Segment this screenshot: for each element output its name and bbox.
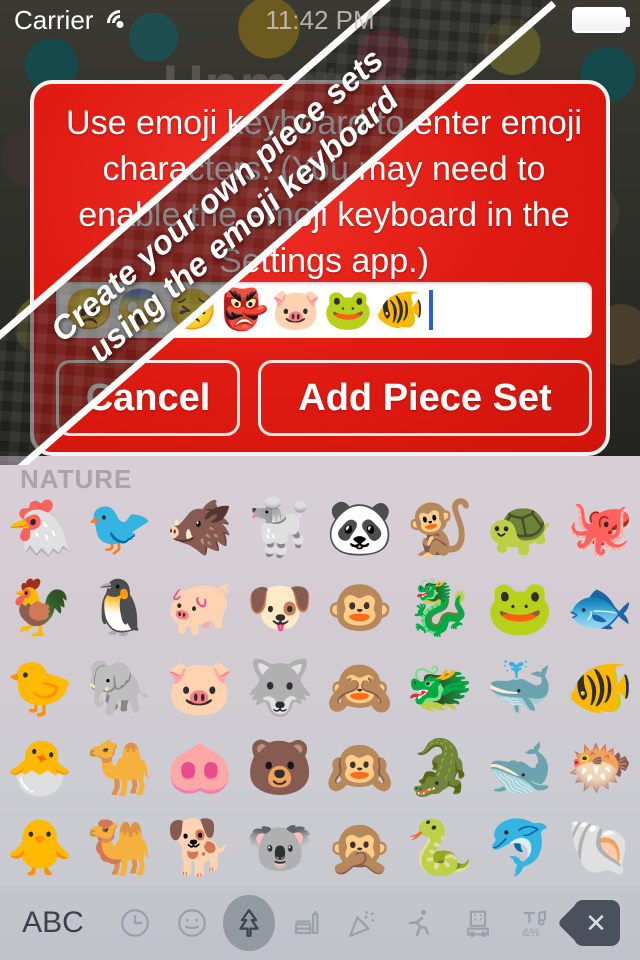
emoji-key[interactable]: 🐻 [240, 728, 320, 808]
emoji-key[interactable]: 🐦 [80, 488, 160, 568]
emoji-key[interactable]: 🐠 [560, 648, 640, 728]
category-nature[interactable] [223, 895, 275, 951]
category-celebration[interactable] [338, 895, 389, 951]
emoji-key[interactable]: 🐼 [320, 488, 400, 568]
emoji-key[interactable]: 🐢 [480, 488, 560, 568]
emoji-key[interactable]: 🐣 [0, 728, 80, 808]
dialog-message: Use emoji keyboard to enter emoji charac… [66, 104, 582, 280]
emoji-key[interactable]: 🐩 [240, 488, 320, 568]
emoji-key[interactable]: 🐥 [0, 808, 80, 888]
emoji-key[interactable]: 🐊 [400, 728, 480, 808]
emoji-keyboard: NATURE 🐔 🐦 🐗 🐩 🐼 🐒 🐢 🐙 🐓 🐧 🐖 🐶 🐵 🐉 🐸 🐟 🐤 🐘 🐷 🐺 🙈 🐲 🐳 🐠 🐣 🐪 🐽 🐻 🙉 🐊 🐋 🐡 🐥… [0, 456, 640, 960]
emoji-key[interactable]: 🙈 [320, 648, 400, 728]
emoji-key[interactable]: 🙊 [320, 808, 400, 888]
emoji-key[interactable]: 🐸 [480, 568, 560, 648]
tree-icon [232, 906, 266, 940]
emoji-key[interactable]: 🐤 [0, 648, 80, 728]
emoji-key[interactable]: 🐕 [160, 808, 240, 888]
emoji-key[interactable]: 🐔 [0, 488, 80, 568]
category-smileys[interactable] [166, 895, 217, 951]
cancel-button[interactable]: Cancel [56, 360, 240, 436]
car-building-icon [461, 906, 495, 940]
emoji-key[interactable]: 🐬 [480, 808, 560, 888]
keyboard-toolbar: ABC &% ✕ [0, 886, 640, 960]
input-emoji: 🐠 [374, 288, 425, 332]
category-activity[interactable] [395, 895, 446, 951]
emoji-key[interactable]: 🐪 [80, 728, 160, 808]
emoji-key[interactable]: 🐽 [160, 728, 240, 808]
text-caret [428, 290, 433, 330]
add-piece-set-dialog: Use emoji keyboard to enter emoji charac… [30, 80, 610, 456]
emoji-key[interactable]: 🐓 [0, 568, 80, 648]
input-emoji: 😱 [115, 288, 166, 332]
battery-icon [572, 7, 630, 33]
category-food[interactable] [281, 895, 332, 951]
input-emoji: 🐸 [323, 288, 373, 332]
smiley-icon [175, 906, 209, 940]
emoji-key[interactable]: 🐍 [400, 808, 480, 888]
app-screen: Unmatched Carrier 11:42 PM Use emoji key… [0, 0, 640, 960]
emoji-key[interactable]: 🐵 [320, 568, 400, 648]
emoji-text-input[interactable]: 😠 😱 😣 👺 🐷 🐸 🐠 [56, 282, 592, 338]
runner-icon [403, 906, 437, 940]
abc-key[interactable]: ABC [0, 906, 106, 940]
emoji-key[interactable]: 🐉 [400, 568, 480, 648]
emoji-key[interactable]: 🙉 [320, 728, 400, 808]
category-travel[interactable] [452, 895, 503, 951]
emoji-key[interactable]: 🐧 [80, 568, 160, 648]
emoji-key[interactable]: 🐳 [480, 648, 560, 728]
emoji-key[interactable]: 🐲 [400, 648, 480, 728]
input-emoji: 🐷 [271, 288, 322, 332]
status-bar: Carrier 11:42 PM [0, 0, 640, 42]
clock-icon [118, 906, 152, 940]
clock-label: 11:42 PM [265, 4, 375, 35]
emoji-key[interactable]: 🐗 [160, 488, 240, 568]
emoji-key[interactable]: 🐷 [160, 648, 240, 728]
emoji-key[interactable]: 🐨 [240, 808, 320, 888]
emoji-key[interactable]: 🐚 [560, 808, 640, 888]
emoji-key[interactable]: 🐺 [240, 648, 320, 728]
dialog-button-row: Cancel Add Piece Set [56, 360, 592, 436]
food-icon [289, 906, 323, 940]
emoji-key[interactable]: 🐡 [560, 728, 640, 808]
emoji-grid: 🐔 🐦 🐗 🐩 🐼 🐒 🐢 🐙 🐓 🐧 🐖 🐶 🐵 🐉 🐸 🐟 🐤 🐘 🐷 🐺 🙈 🐲 🐳 🐠 🐣 🐪 🐽 🐻 🙉 🐊 🐋 🐡 🐥 🐫 🐕 🐨 🙊 🐍 🐬 🐚 [0, 488, 640, 888]
emoji-key[interactable]: 🐟 [560, 568, 640, 648]
delete-key[interactable]: ✕ [557, 900, 621, 946]
emoji-key[interactable]: 🐙 [560, 488, 640, 568]
category-symbols[interactable]: &% [509, 895, 560, 951]
symbols-icon: &% [518, 906, 552, 940]
emoji-key[interactable]: 🐘 [80, 648, 160, 728]
add-piece-set-button[interactable]: Add Piece Set [258, 360, 592, 436]
input-emoji: 👺 [219, 288, 270, 332]
emoji-key[interactable]: 🐋 [480, 728, 560, 808]
input-emoji: 😠 [64, 288, 114, 332]
party-popper-icon [346, 906, 380, 940]
emoji-key[interactable]: 🐒 [400, 488, 480, 568]
emoji-key[interactable]: 🐫 [80, 808, 160, 888]
emoji-key[interactable]: 🐖 [160, 568, 240, 648]
svg-text:&%: &% [522, 927, 540, 939]
emoji-key[interactable]: 🐶 [240, 568, 320, 648]
category-recent[interactable] [109, 895, 160, 951]
input-emoji: 😣 [167, 288, 218, 332]
close-icon: ✕ [585, 908, 607, 938]
